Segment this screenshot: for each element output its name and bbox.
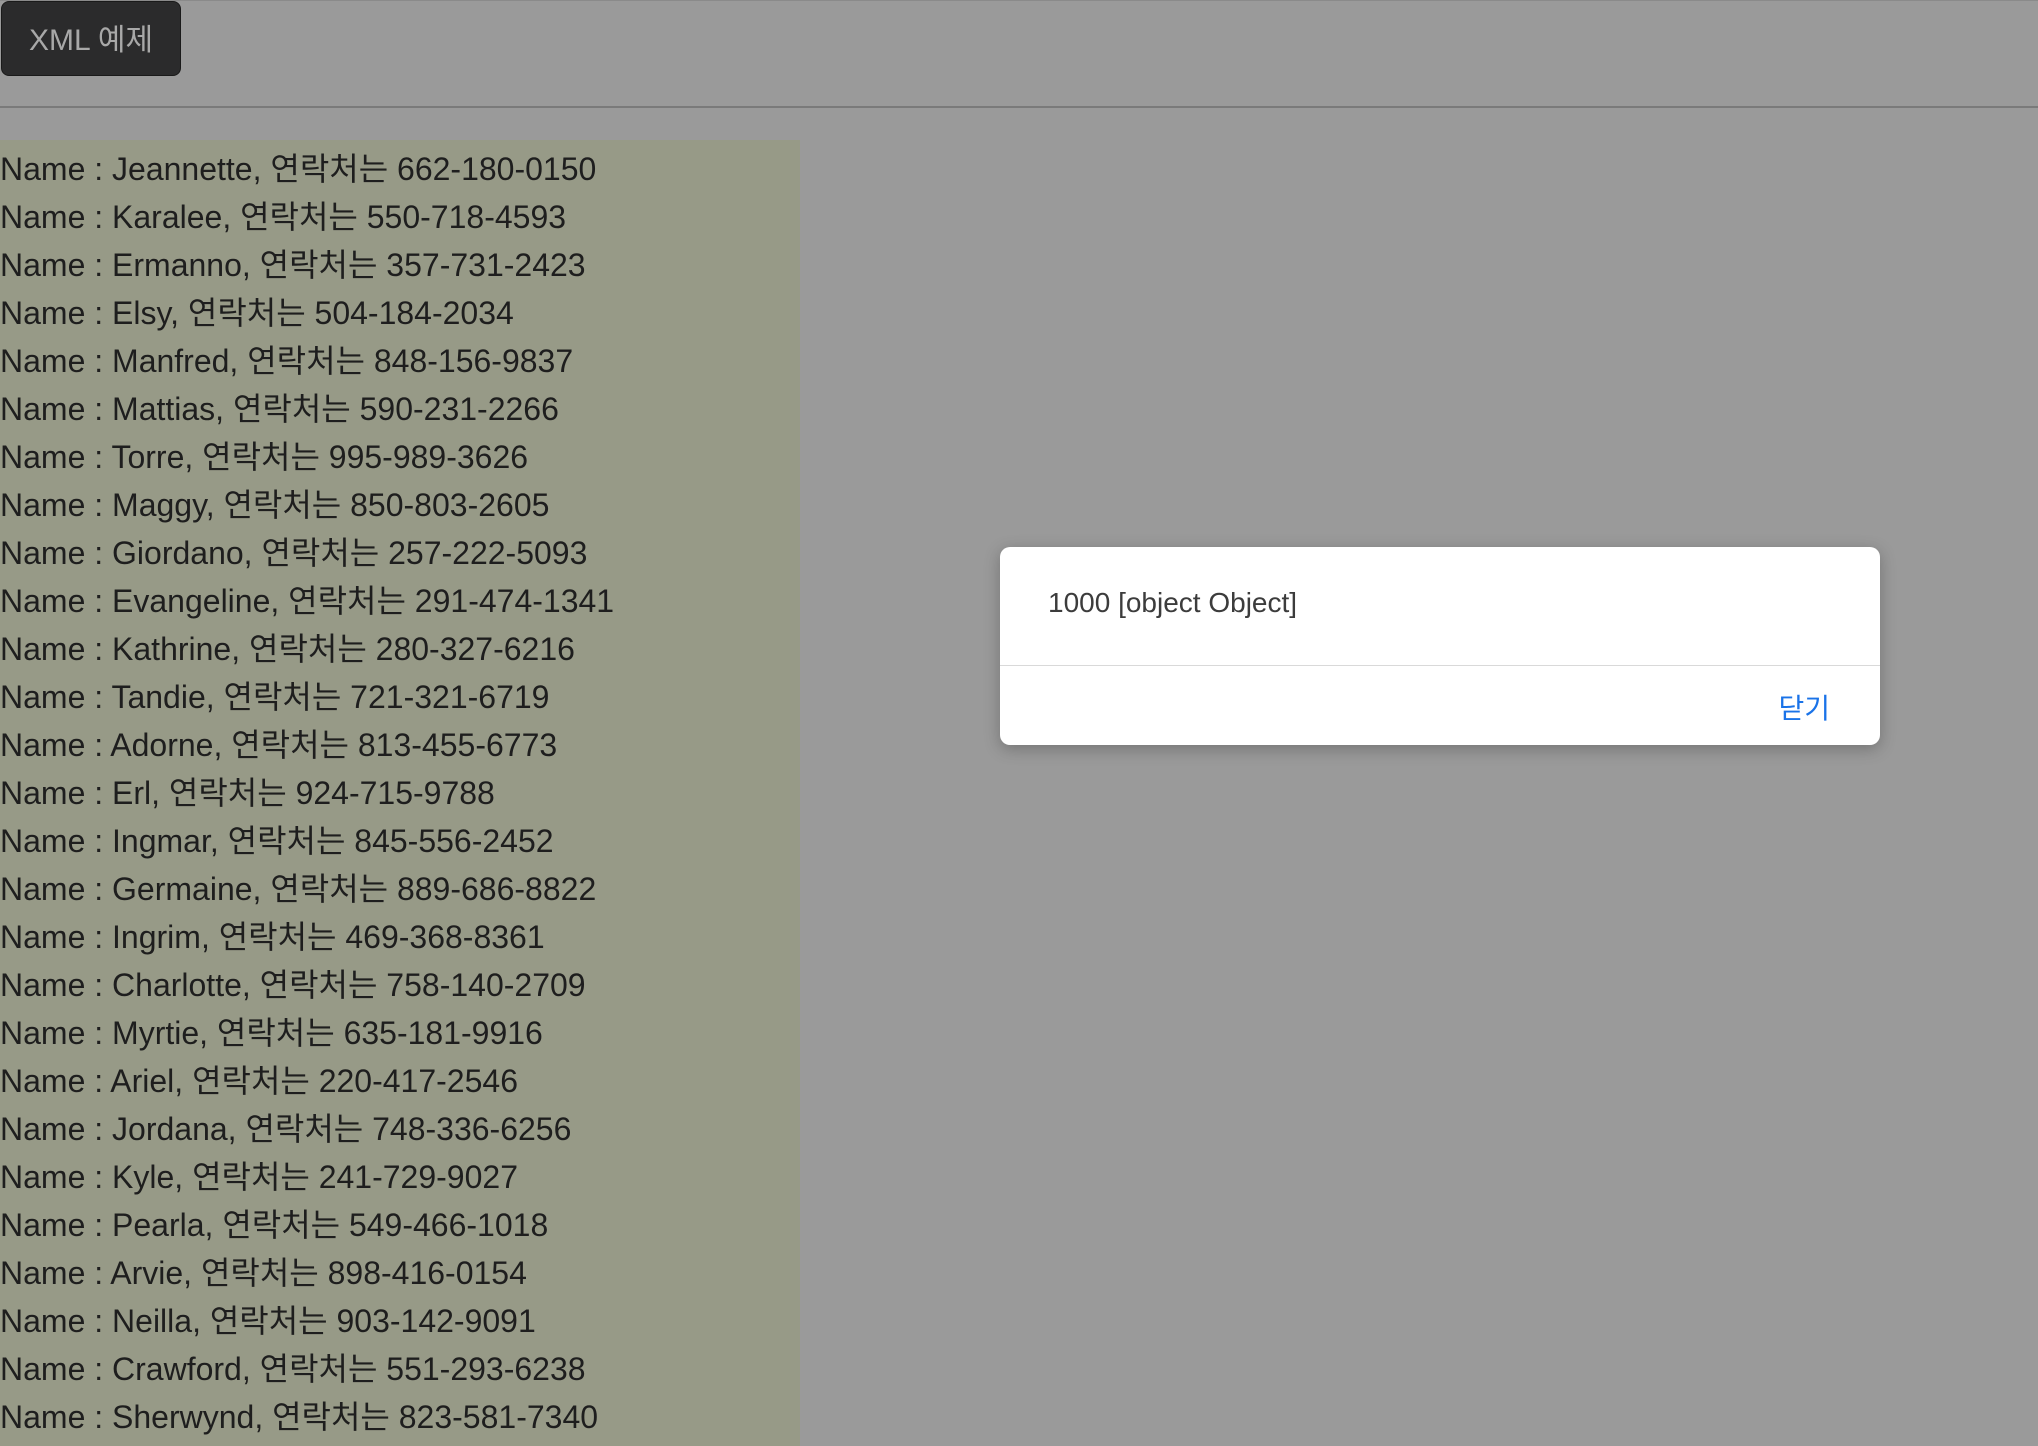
list-item: Name : Jordana, 연락처는 748-336-6256 <box>0 1111 572 1147</box>
list-item: Name : Giordano, 연락처는 257-222-5093 <box>0 535 588 571</box>
list-item: Name : Manfred, 연락처는 848-156-9837 <box>0 343 574 379</box>
list-item: Name : Myrtie, 연락처는 635-181-9916 <box>0 1015 543 1051</box>
list-item: Name : Ingrim, 연락처는 469-368-8361 <box>0 919 545 955</box>
list-item: Name : Maggy, 연락처는 850-803-2605 <box>0 487 550 523</box>
list-item: Name : Ermanno, 연락처는 357-731-2423 <box>0 247 586 283</box>
list-item: Name : Kathrine, 연락처는 280-327-6216 <box>0 631 575 667</box>
list-item: Name : Ingmar, 연락처는 845-556-2452 <box>0 823 554 859</box>
result-list: Name : Jeannette, 연락처는 662-180-0150 Name … <box>0 145 614 1441</box>
list-item: Name : Kyle, 연락처는 241-729-9027 <box>0 1159 518 1195</box>
list-item: Name : Torre, 연락처는 995-989-3626 <box>0 439 529 475</box>
dialog-divider <box>1000 665 1880 666</box>
list-item: Name : Elsy, 연락처는 504-184-2034 <box>0 295 514 331</box>
list-item: Name : Evangeline, 연락처는 291-474-1341 <box>0 583 615 619</box>
list-item: Name : Sherwynd, 연락처는 823-581-7340 <box>0 1399 599 1435</box>
list-item: Name : Karalee, 연락처는 550-718-4593 <box>0 199 567 235</box>
list-item: Name : Pearla, 연락처는 549-466-1018 <box>0 1207 549 1243</box>
list-item: Name : Charlotte, 연락처는 758-140-2709 <box>0 967 586 1003</box>
alert-dialog: 1000 [object Object] 닫기 <box>1000 547 1880 745</box>
results-panel: Name : Jeannette, 연락처는 662-180-0150 Name … <box>0 140 800 1446</box>
list-item: Name : Tandie, 연락처는 721-321-6719 <box>0 679 550 715</box>
list-item: Name : Arvie, 연락처는 898-416-0154 <box>0 1255 527 1291</box>
list-item: Name : Crawford, 연락처는 551-293-6238 <box>0 1351 586 1387</box>
list-item: Name : Ariel, 연락처는 220-417-2546 <box>0 1063 518 1099</box>
list-item: Name : Adorne, 연락처는 813-455-6773 <box>0 727 558 763</box>
list-item: Name : Mattias, 연락처는 590-231-2266 <box>0 391 559 427</box>
dialog-message: 1000 [object Object] <box>1048 587 1298 618</box>
list-item: Name : Jeannette, 연락처는 662-180-0150 <box>0 151 597 187</box>
xml-example-button[interactable]: XML 예제 <box>1 1 181 76</box>
list-item: Name : Neilla, 연락처는 903-142-9091 <box>0 1303 536 1339</box>
dialog-close-button[interactable]: 닫기 <box>1778 687 1830 727</box>
list-item: Name : Erl, 연락처는 924-715-9788 <box>0 775 495 811</box>
page: XML 예제 Name : Jeannette, 연락처는 662-180-01… <box>0 0 2038 1446</box>
top-toolbar: XML 예제 <box>0 0 2038 108</box>
list-item: Name : Germaine, 연락처는 889-686-8822 <box>0 871 597 907</box>
